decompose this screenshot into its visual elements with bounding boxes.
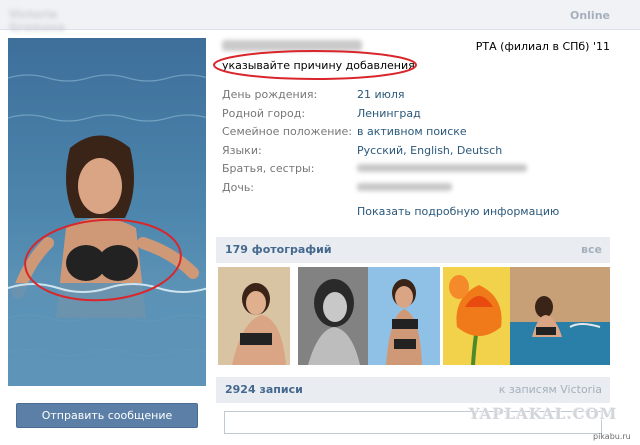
info-row-languages: Языки: Русский, English, Deutsch — [222, 144, 622, 163]
info-label: Дочь: — [222, 180, 255, 194]
photos-all-link[interactable]: все — [581, 243, 602, 256]
photo-thumbnail[interactable] — [368, 267, 440, 365]
info-label: День рождения: — [222, 88, 318, 101]
show-more-info-link[interactable]: Показать подробную информацию — [357, 205, 559, 218]
info-row-relationship: Семейное положение: в активном поиске — [222, 125, 622, 144]
info-value[interactable]: в активном поиске — [357, 125, 467, 138]
info-value[interactable]: Русский, English, Deutsch — [357, 144, 502, 157]
info-label: Братья, сестры: — [222, 162, 315, 175]
info-value-redacted — [357, 164, 527, 172]
send-message-button[interactable]: Отправить сообщение — [16, 403, 198, 428]
photo-thumbnail[interactable] — [443, 267, 515, 365]
info-label: Семейное положение: — [222, 125, 353, 138]
profile-info: День рождения: 21 июля Родной город: Лен… — [222, 88, 622, 199]
profile-header-name[interactable]: Victoria Gromova — [9, 8, 109, 34]
info-row-siblings: Братья, сестры: — [222, 162, 622, 181]
info-row-birthday: День рождения: 21 июля — [222, 88, 622, 107]
info-label: Языки: — [222, 143, 262, 157]
posts-count[interactable]: 2924 записи — [225, 383, 303, 396]
watermark: YAPLAKAL.COM — [469, 405, 618, 423]
photo-thumbnail[interactable] — [218, 267, 290, 365]
posts-link[interactable]: к записям Victoria — [499, 383, 602, 396]
photo-thumbnail[interactable] — [298, 267, 370, 365]
photo-thumbnail[interactable] — [510, 267, 610, 365]
info-value[interactable]: Ленинград — [357, 107, 421, 120]
photos-header[interactable]: 179 фотографий все — [216, 237, 610, 263]
profile-photo[interactable] — [8, 38, 206, 386]
info-row-hometown: Родной город: Ленинград — [222, 107, 622, 126]
education-link[interactable]: РТА (филиал в СПб) '11 — [476, 40, 610, 53]
top-bar: Victoria Gromova Online — [0, 0, 640, 34]
photos-count[interactable]: 179 фотографий — [225, 243, 332, 256]
watermark-small: pikabu.ru — [593, 432, 631, 441]
photo-thumbnails — [218, 267, 610, 365]
info-value[interactable]: 21 июля — [357, 88, 405, 101]
online-status: Online — [569, 9, 610, 22]
status-annotation-circle — [213, 50, 417, 80]
info-label: Родной город: — [222, 106, 306, 120]
info-value-redacted — [357, 182, 452, 191]
posts-header: 2924 записи к записям Victoria — [216, 377, 610, 403]
info-row-daughter: Дочь: — [222, 181, 622, 200]
